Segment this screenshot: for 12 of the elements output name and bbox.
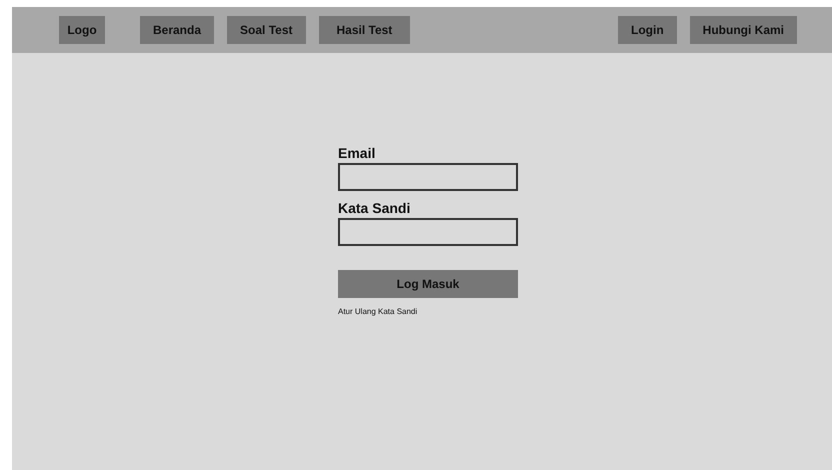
nav-button[interactable]: Hubungi Kami <box>690 16 797 44</box>
nav-button[interactable]: Soal Test <box>227 16 306 44</box>
reset-password-link[interactable]: Atur Ulang Kata Sandi <box>338 307 418 316</box>
field-label: Email <box>338 144 376 161</box>
input-field[interactable] <box>338 163 518 191</box>
field-label: Kata Sandi <box>338 199 410 216</box>
nav-button[interactable]: Login <box>618 16 677 44</box>
logo-button[interactable]: Logo <box>59 16 105 44</box>
nav-button[interactable]: Hasil Test <box>318 16 410 44</box>
nav-button[interactable]: Beranda <box>140 16 214 44</box>
input-field[interactable] <box>338 218 518 246</box>
submit-button[interactable]: Log Masuk <box>338 270 518 298</box>
